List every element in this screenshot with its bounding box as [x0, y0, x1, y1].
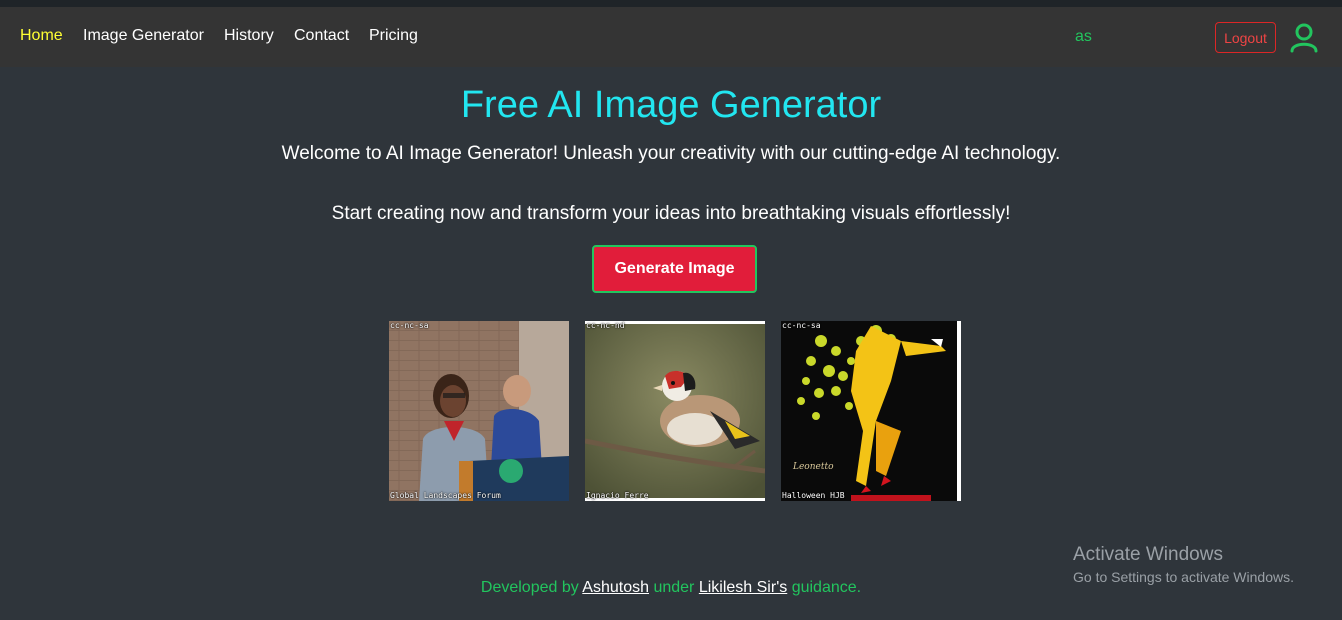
- nav-image-generator[interactable]: Image Generator: [83, 27, 204, 45]
- username: as: [1075, 28, 1092, 45]
- author-link[interactable]: Ashutosh: [582, 579, 649, 596]
- gallery-image-2[interactable]: cc-nc-nd Ignacio Ferre: [585, 321, 765, 501]
- gallery-image-1[interactable]: cc-nc-sa Global Landscapes Forum: [389, 321, 569, 501]
- hero-subtitle-start: Start creating now and transform your id…: [331, 203, 1011, 224]
- generate-image-button[interactable]: Generate Image: [592, 245, 757, 293]
- windows-activation-title: Activate Windows: [1073, 544, 1223, 565]
- top-strip: [0, 0, 1342, 7]
- page-title: Free AI Image Generator: [460, 84, 882, 126]
- credit-label: Halloween HJB: [782, 491, 845, 500]
- mentor-link[interactable]: Likilesh Sir's: [699, 579, 787, 596]
- windows-activation-subtitle: Go to Settings to activate Windows.: [1073, 569, 1294, 585]
- user-icon[interactable]: [1288, 21, 1320, 53]
- logout-button[interactable]: Logout: [1215, 22, 1276, 53]
- credit-label: Ignacio Ferre: [586, 491, 649, 500]
- hero-subtitle-welcome: Welcome to AI Image Generator! Unleash y…: [281, 143, 1061, 164]
- footer-middle: under: [649, 579, 699, 596]
- photo-speaker: [389, 321, 569, 501]
- gallery-image-3[interactable]: Leonetto cc-nc-sa Halloween HJB: [781, 321, 961, 501]
- credit-label: Global Landscapes Forum: [390, 491, 501, 500]
- footer-prefix: Developed by: [480, 579, 583, 596]
- navbar: Home Image Generator History Contact Pri…: [0, 7, 1342, 67]
- photo-poster: Leonetto: [781, 321, 961, 501]
- license-label: cc-nc-sa: [390, 321, 429, 330]
- license-label: cc-nc-sa: [782, 321, 821, 330]
- poster-signature: Leonetto: [792, 462, 834, 472]
- nav-home[interactable]: Home: [20, 27, 63, 45]
- license-label: cc-nc-nd: [586, 321, 625, 330]
- nav-history[interactable]: History: [224, 27, 274, 45]
- nav-pricing[interactable]: Pricing: [369, 27, 418, 45]
- photo-bird: [585, 321, 765, 501]
- footer-suffix: guidance.: [787, 579, 862, 596]
- nav-contact[interactable]: Contact: [294, 27, 349, 45]
